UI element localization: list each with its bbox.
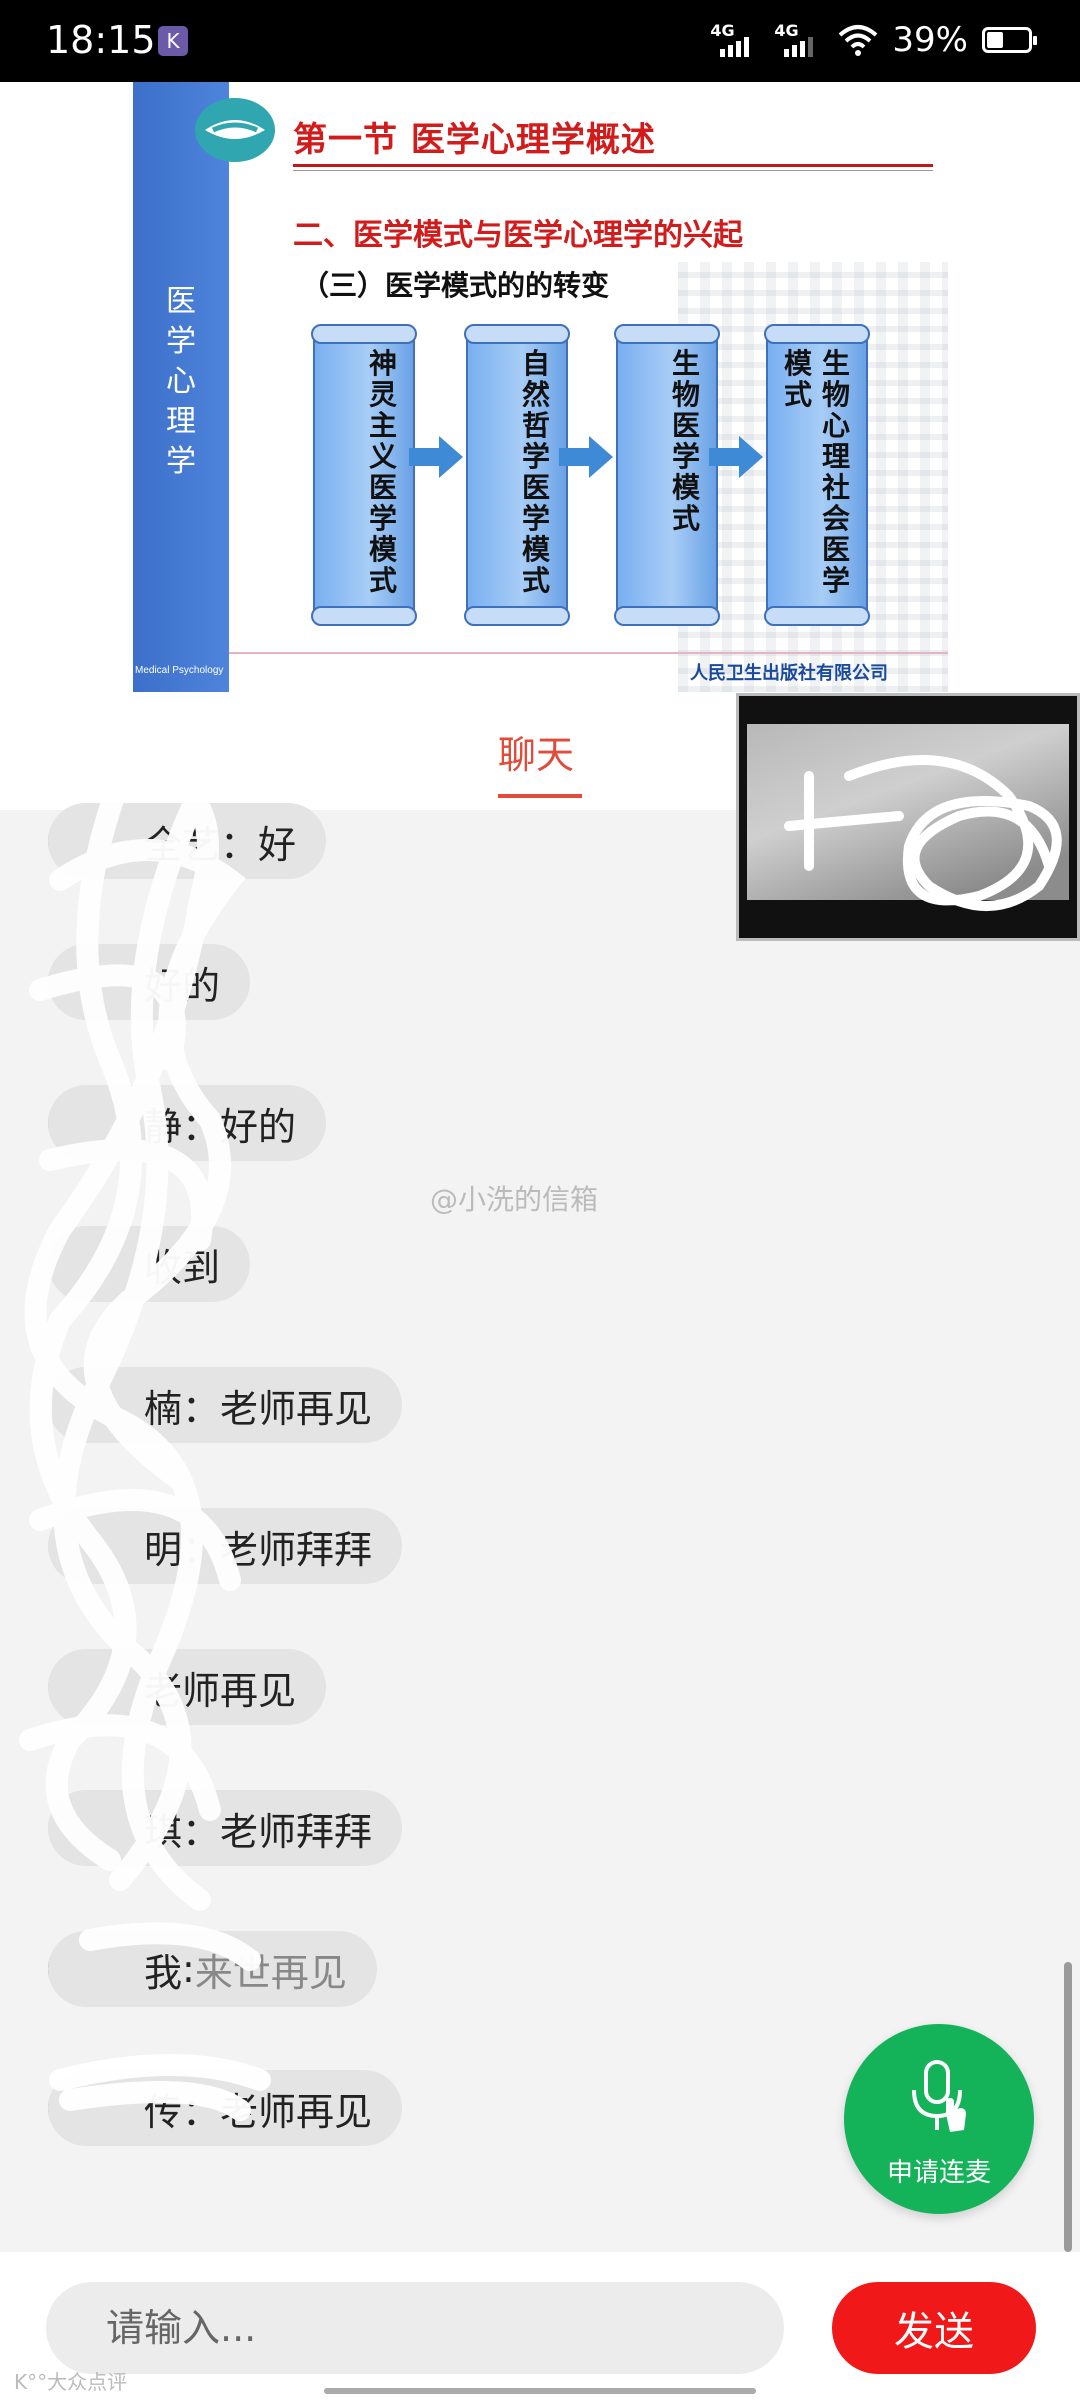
signal-2-icon: 4G [774, 21, 824, 59]
message-text: 收到 [144, 1245, 221, 1290]
message-separator: ： [182, 1104, 221, 1149]
message-bubble: 琪：老师拜拜 [48, 1790, 403, 1866]
footer-watermark: K°°大众点评 [14, 2370, 128, 2394]
video-scribble [784, 755, 1062, 911]
status-indicators: 4G 4G 39% [710, 20, 1037, 60]
chat-message: 琪：老师拜拜 [48, 1790, 403, 1866]
chat-message: 全艺：好 [48, 803, 327, 879]
message-separator: ： [220, 822, 259, 867]
message-bubble: 我 : 来世再见 [48, 1931, 377, 2007]
message-sender: 琪 [144, 1809, 183, 1854]
tab-chat[interactable]: 聊天 [498, 724, 574, 779]
slide-title-rule-thin [293, 170, 933, 171]
app-badge-icon: K [158, 26, 188, 56]
chat-message: 明：老师拜拜 [48, 1508, 403, 1584]
message-text: 好的 [144, 963, 221, 1008]
message-text: 老师再见 [144, 1668, 297, 1713]
chat-scrollbar[interactable] [1064, 1962, 1072, 2252]
chat-message: 老师再见 [48, 1649, 327, 1725]
slide-sidebar: 医学心理学 Medical Psychology [133, 82, 229, 692]
message-sender: 全艺 [144, 822, 221, 867]
scroll-text-2: 模式 [783, 347, 812, 411]
message-text: 好的 [220, 1104, 297, 1149]
signal-1-icon: 4G [710, 21, 760, 59]
slide-side-title: 医学心理学 [166, 284, 196, 479]
message-separator: ： [182, 1386, 221, 1431]
slide-footer-rule [229, 652, 948, 654]
message-bubble: 楠：老师再见 [48, 1367, 403, 1443]
message-text: 老师拜拜 [220, 1527, 373, 1572]
message-separator: ： [182, 1809, 221, 1854]
message-sender: 楠 [144, 1386, 183, 1431]
chat-input[interactable] [46, 2282, 784, 2374]
message-bubble: 好的 [48, 944, 251, 1020]
presentation-slide: 医学心理学 Medical Psychology 第一节 医学心理学概述 二、医… [133, 82, 948, 692]
scroll-text-2 [328, 348, 362, 602]
send-button[interactable]: 发送 [832, 2282, 1036, 2374]
microphone-icon [912, 2060, 966, 2132]
message-sender: 我 [144, 1950, 183, 1995]
request-mic-button[interactable]: 申请连麦 [844, 2024, 1034, 2214]
scroll-model-3: 生物医学模式 [614, 324, 720, 626]
arrow-right-icon [559, 436, 613, 478]
arrow-right-icon [709, 436, 763, 478]
chat-message: 收到 [48, 1226, 251, 1302]
scroll-text-2 [481, 348, 515, 602]
bottom-input-bar: 发送 [0, 2252, 1080, 2400]
tab-chat-indicator [498, 794, 582, 798]
slide-side-en: Medical Psychology [135, 665, 224, 676]
publisher-logo-icon [195, 98, 275, 162]
status-time: 18:15 [46, 18, 156, 62]
scroll-text: 神灵主义医学模式 [368, 347, 397, 597]
slide-section-title: （三）医学模式的的转变 [301, 269, 610, 302]
message-sender: 静 [144, 1104, 183, 1149]
message-text: 好 [258, 822, 297, 867]
message-separator: ： [182, 2089, 221, 2134]
scroll-text-2 [631, 348, 665, 602]
message-bubble: 静：好的 [48, 1085, 327, 1161]
message-separator: : [182, 1947, 195, 1991]
scroll-text: 生物医学模式 [671, 347, 700, 535]
scroll-text: 自然哲学医学模式 [521, 347, 550, 597]
message-text: 老师再见 [220, 1386, 373, 1431]
message-text: 老师再见 [220, 2089, 373, 2134]
slide-title-rule [293, 164, 933, 167]
battery-icon [982, 27, 1037, 53]
slide-subtitle: 二、医学模式与医学心理学的兴起 [293, 218, 743, 253]
scroll-model-4: 生物心理社会医学 模式 [764, 324, 870, 626]
message-sender: 明 [144, 1527, 183, 1572]
scroll-text: 生物心理社会医学 [821, 347, 850, 597]
message-sender: 传 [144, 2089, 183, 2134]
arrow-right-icon [409, 436, 463, 478]
wifi-icon [839, 25, 878, 56]
video-preview[interactable] [736, 693, 1080, 941]
message-bubble: 老师再见 [48, 1649, 327, 1725]
slide-publisher: 人民卫生出版社有限公司 [690, 663, 888, 684]
chat-message: 我 : 来世再见 [48, 1931, 377, 2007]
message-bubble: 传：老师再见 [48, 2070, 403, 2146]
scroll-model-2: 自然哲学医学模式 [464, 324, 570, 626]
message-bubble: 收到 [48, 1226, 251, 1302]
home-indicator[interactable] [324, 2388, 756, 2394]
request-mic-label: 申请连麦 [886, 2158, 991, 2188]
chat-message: 传：老师再见 [48, 2070, 403, 2146]
status-bar: 18:15 K 4G 4G 39% [0, 0, 1080, 82]
message-text: 老师拜拜 [220, 1809, 373, 1854]
message-bubble: 明：老师拜拜 [48, 1508, 403, 1584]
message-text: 来世再见 [194, 1950, 347, 1995]
message-separator: ： [182, 1527, 221, 1572]
scroll-model-1: 神灵主义医学模式 [311, 324, 417, 626]
slide-area: 医学心理学 Medical Psychology 第一节 医学心理学概述 二、医… [0, 82, 1080, 692]
weibo-watermark: @小洗的信箱 [430, 1183, 599, 1216]
chat-message: 静：好的 [48, 1085, 327, 1161]
chat-message: 楠：老师再见 [48, 1367, 403, 1443]
message-bubble: 全艺：好 [48, 803, 327, 879]
slide-title: 第一节 医学心理学概述 [293, 120, 656, 160]
chat-message: 好的 [48, 944, 251, 1020]
battery-text: 39% [892, 20, 968, 60]
